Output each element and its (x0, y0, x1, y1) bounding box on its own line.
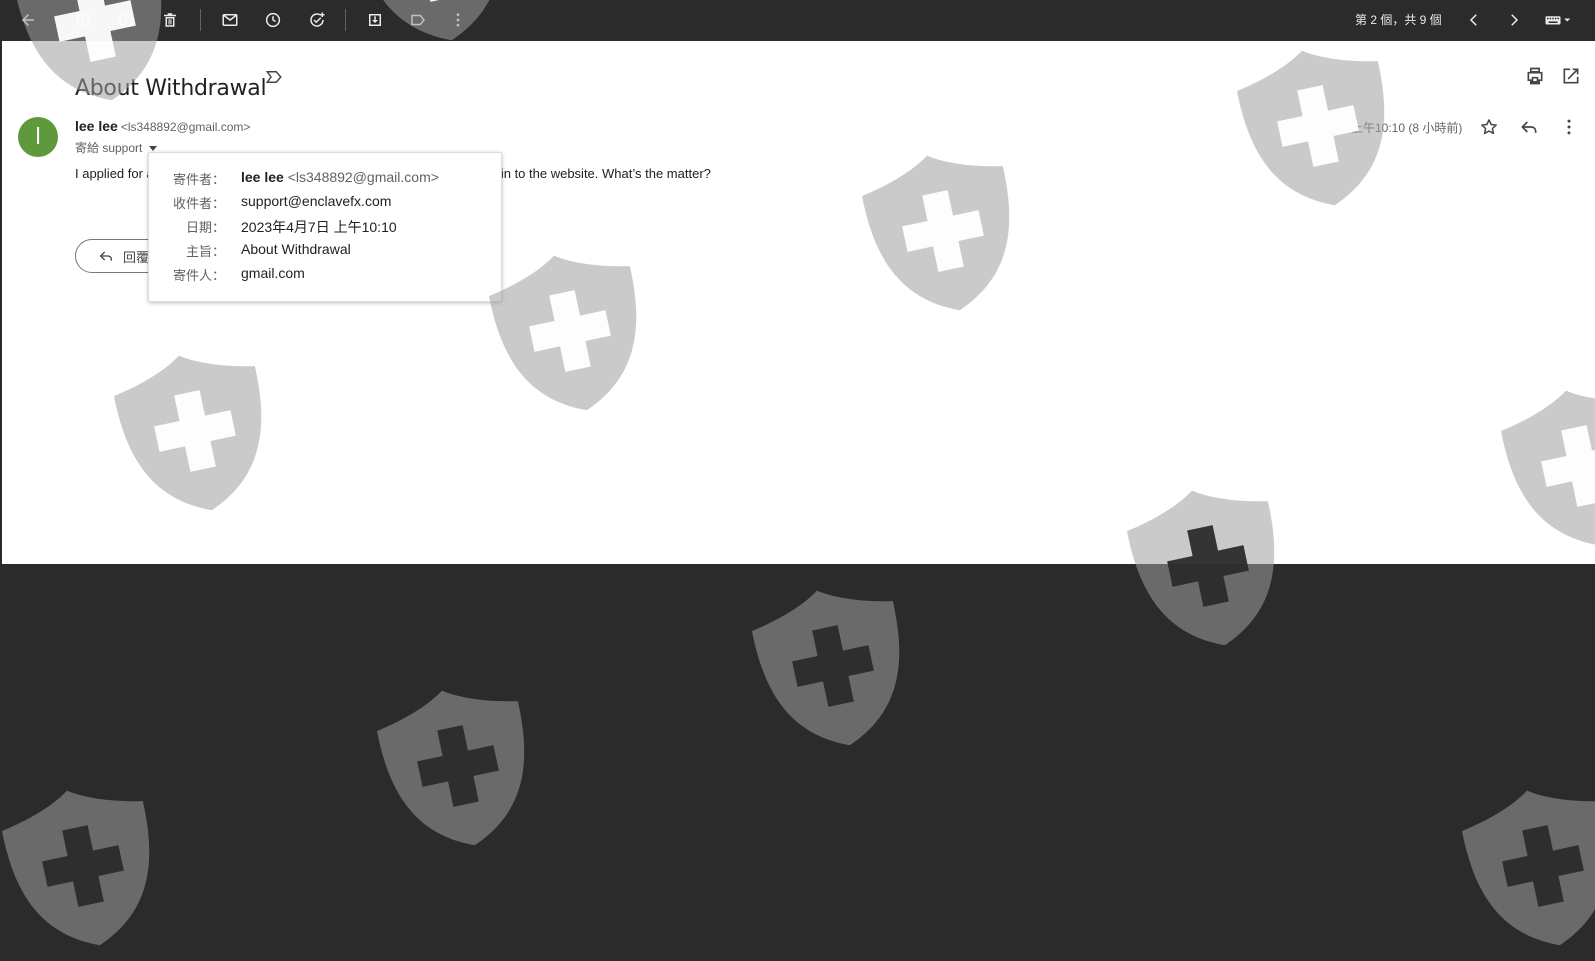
message-panel: About Withdrawal l lee lee <ls348892@gmai… (2, 41, 1595, 564)
details-from-name: lee lee (241, 169, 284, 185)
details-date-row: 日期： 2023年4月7日 上午10:10 (149, 217, 501, 237)
avatar[interactable]: l (18, 117, 58, 157)
details-from-email: <ls348892@gmail.com> (287, 169, 439, 185)
message-details-popup: 寄件者： lee lee <ls348892@gmail.com> 收件者： s… (148, 152, 502, 302)
shield-plus-icon (1461, 785, 1595, 947)
shield-plus-icon (751, 585, 908, 747)
details-from-value: lee lee <ls348892@gmail.com> (241, 169, 439, 185)
message-body-end: g in to the website. What’s the matter? (490, 166, 711, 181)
shield-plus-icon (376, 685, 533, 847)
more-vertical-icon[interactable] (446, 8, 470, 32)
details-date-value: 2023年4月7日 上午10:10 (241, 219, 397, 235)
details-subject-row: 主旨： About Withdrawal (149, 241, 501, 261)
details-mailedby-row: 寄件人： gmail.com (149, 265, 501, 285)
recipient-text: 寄給 support (75, 141, 143, 155)
pager-count: 第 2 個，共 9 個 (1355, 13, 1442, 27)
details-to-row: 收件者： support@enclavefx.com (149, 193, 501, 213)
toolbar: 第 2 個，共 9 個 (0, 0, 1595, 41)
message-body: I applied for a g in to the website. Wha… (75, 166, 711, 181)
report-spam-icon[interactable] (114, 8, 138, 32)
more-vertical-icon[interactable] (1559, 117, 1579, 137)
back-arrow-icon[interactable] (16, 8, 40, 32)
show-details-chevron-down-icon[interactable] (149, 146, 158, 151)
open-new-window-icon[interactable] (1561, 66, 1581, 86)
recipient-line: 寄給 support (75, 139, 158, 156)
newer-chevron-left-icon[interactable] (1462, 8, 1486, 32)
archive-icon[interactable] (71, 8, 95, 32)
move-to-icon[interactable] (363, 8, 387, 32)
sender-line: lee lee <ls348892@gmail.com> (75, 118, 250, 134)
details-date-label: 日期： (185, 220, 225, 235)
page-title: About Withdrawal (75, 75, 267, 101)
star-icon[interactable] (1479, 117, 1499, 137)
details-mailedby-value: gmail.com (241, 265, 305, 281)
keyboard-icon[interactable] (1539, 8, 1579, 32)
shield-plus-icon (1, 785, 158, 947)
snooze-icon[interactable] (261, 8, 285, 32)
add-task-icon[interactable] (305, 8, 329, 32)
toolbar-divider (200, 9, 201, 31)
mark-unread-icon[interactable] (218, 8, 242, 32)
label-icon[interactable] (406, 8, 430, 32)
sender-name[interactable]: lee lee (75, 118, 118, 134)
reply-button-label: 回覆 (123, 249, 150, 265)
print-icon[interactable] (1525, 66, 1545, 86)
details-to-label: 收件者： (172, 196, 225, 211)
reply-icon[interactable] (1519, 117, 1539, 137)
details-from-label: 寄件者： (172, 172, 225, 187)
sender-email: <ls348892@gmail.com> (120, 120, 251, 134)
details-mailedby-label: 寄件人： (172, 268, 225, 283)
details-subject-value: About Withdrawal (241, 241, 351, 257)
older-chevron-right-icon[interactable] (1502, 8, 1526, 32)
toolbar-divider (345, 9, 346, 31)
message-body-start: I applied for a (75, 166, 154, 181)
details-subject-label: 主旨： (185, 244, 225, 259)
message-timestamp: 上午10:10 (8 小時前) (1351, 121, 1463, 135)
delete-icon[interactable] (158, 8, 182, 32)
details-from-row: 寄件者： lee lee <ls348892@gmail.com> (149, 169, 501, 189)
details-to-value: support@enclavefx.com (241, 193, 392, 209)
importance-label-icon[interactable] (265, 68, 283, 86)
